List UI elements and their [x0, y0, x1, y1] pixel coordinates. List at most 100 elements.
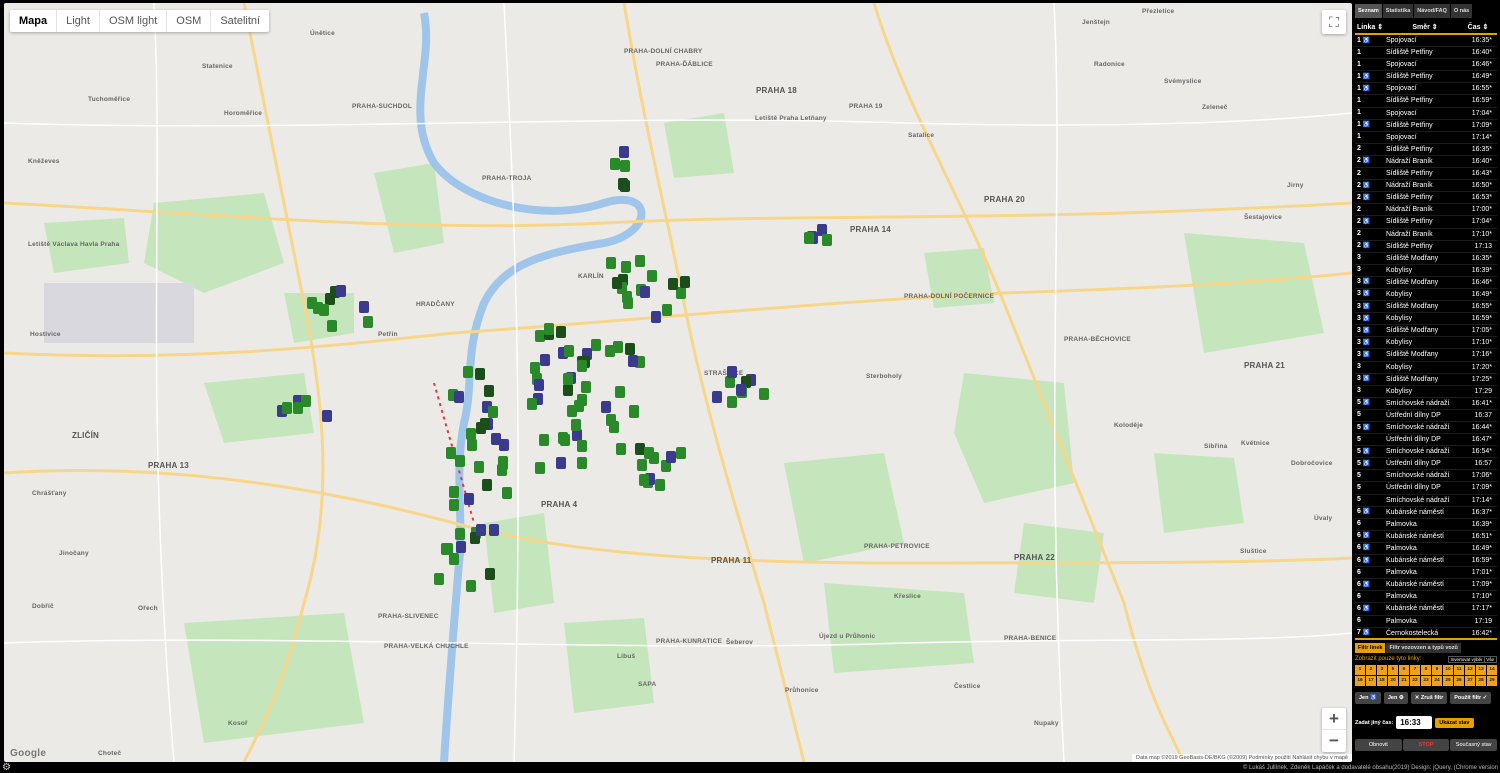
table-row[interactable]: 2 ♿ Sídliště Petřiny 17:13: [1355, 241, 1497, 253]
invert-selection-button[interactable]: Invertovat výběr | Vše: [1447, 656, 1497, 663]
table-row[interactable]: 2 Sídliště Petřiny 16:35*: [1355, 144, 1497, 156]
tab-seznam[interactable]: Seznam: [1355, 4, 1382, 18]
departure-list[interactable]: 1 ♿ Spojovací 16:35* 1 Sídliště Petřiny 16:40*…: [1355, 35, 1497, 636]
table-row[interactable]: 6 ♿ Palmovka 16:49*: [1355, 543, 1497, 556]
vehicle-marker[interactable]: [466, 428, 476, 440]
line-filter-button[interactable]: 8: [1421, 665, 1431, 675]
filter-tab[interactable]: Filtr linek: [1355, 643, 1386, 653]
vehicle-marker[interactable]: [455, 528, 465, 540]
line-filter-button[interactable]: 7: [1410, 665, 1420, 675]
vehicle-marker[interactable]: [434, 573, 444, 585]
vehicle-marker[interactable]: [620, 160, 630, 172]
table-row[interactable]: 6 Palmovka 17:19: [1355, 616, 1497, 628]
line-filter-button[interactable]: 24: [1432, 676, 1442, 686]
line-filter-button[interactable]: 20: [1388, 676, 1398, 686]
zoom-in-button[interactable]: +: [1322, 708, 1346, 730]
vehicle-marker[interactable]: [484, 385, 494, 397]
vehicle-marker[interactable]: [564, 345, 574, 357]
vehicle-marker[interactable]: [622, 291, 632, 303]
vehicle-marker[interactable]: [662, 304, 672, 316]
table-row[interactable]: 3 Sídliště Modřany 16:35*: [1355, 253, 1497, 265]
map-type-1[interactable]: Light: [57, 10, 100, 32]
show-state-button[interactable]: Ukázat stav: [1435, 717, 1474, 728]
line-filter-button[interactable]: 2: [1366, 665, 1376, 675]
vehicle-marker[interactable]: [560, 434, 570, 446]
vehicle-marker[interactable]: [647, 270, 657, 282]
vehicle-marker[interactable]: [556, 457, 566, 469]
table-row[interactable]: 6 ♿ Kubánské náměstí 16:51*: [1355, 531, 1497, 543]
tab-statistika[interactable]: Statistika: [1382, 4, 1414, 18]
line-filter-button[interactable]: 11: [1454, 665, 1464, 675]
vehicle-marker[interactable]: [666, 451, 676, 463]
line-filter-button[interactable]: 13: [1476, 665, 1486, 675]
vehicle-marker[interactable]: [322, 410, 332, 422]
table-row[interactable]: 5 Smíchovské nádraží 17:06*: [1355, 470, 1497, 483]
table-row[interactable]: 3 ♿ Sídliště Modřany 17:25*: [1355, 374, 1497, 386]
vehicle-marker[interactable]: [535, 462, 545, 474]
vehicle-marker[interactable]: [655, 479, 665, 491]
table-row[interactable]: 2 ♿ Sídliště Petřiny 17:04*: [1355, 216, 1497, 229]
fullscreen-button[interactable]: ⛶: [1322, 10, 1346, 34]
vehicle-marker[interactable]: [539, 434, 549, 446]
line-filter-button[interactable]: 3: [1377, 665, 1387, 675]
table-row[interactable]: 6 ♿ Kubánské náměstí 16:59*: [1355, 555, 1497, 568]
vehicle-marker[interactable]: [464, 493, 474, 505]
table-row[interactable]: 5 ♿ Smíchovské nádraží 16:41*: [1355, 398, 1497, 410]
table-row[interactable]: 3 ♿ Sídliště Modřany 17:05*: [1355, 325, 1497, 338]
table-row[interactable]: 6 ♿ Kubánské náměstí 17:17*: [1355, 603, 1497, 616]
vehicle-marker[interactable]: [804, 232, 814, 244]
vehicle-marker[interactable]: [676, 447, 686, 459]
table-row[interactable]: 5 ♿ Smíchovské nádraží 16:54*: [1355, 446, 1497, 459]
table-row[interactable]: 1 ♿ Sídliště Petřiny 17:09*: [1355, 120, 1497, 132]
line-filter-button[interactable]: 25: [1443, 676, 1453, 686]
map-type-3[interactable]: OSM: [167, 10, 212, 32]
line-filter-button[interactable]: 28: [1476, 676, 1486, 686]
vehicle-marker[interactable]: [625, 343, 635, 355]
zoom-out-button[interactable]: −: [1322, 730, 1346, 752]
vehicle-marker[interactable]: [609, 421, 619, 433]
table-row[interactable]: 2 Sídliště Petřiny 16:43*: [1355, 168, 1497, 181]
vehicle-marker[interactable]: [822, 234, 832, 246]
vehicle-marker[interactable]: [556, 326, 566, 338]
vehicle-marker[interactable]: [463, 366, 473, 378]
map-view[interactable]: PRAHA 18 PRAHA 20 PRAHA 14 PRAHA 21 PRAHA 22…: [4, 3, 1352, 762]
table-row[interactable]: 3 ♿ Kobylisy 17:10*: [1355, 337, 1497, 350]
vehicle-marker[interactable]: [668, 278, 678, 290]
vehicle-marker[interactable]: [618, 178, 628, 190]
table-row[interactable]: 1 Spojovací 16:46*: [1355, 59, 1497, 72]
vehicle-marker[interactable]: [639, 474, 649, 486]
line-filter-button[interactable]: 12: [1465, 665, 1475, 675]
table-row[interactable]: 2 ♿ Nádraží Braník 16:40*: [1355, 156, 1497, 169]
vehicle-marker[interactable]: [712, 391, 722, 403]
vehicle-marker[interactable]: [491, 433, 501, 445]
vehicle-marker[interactable]: [327, 320, 337, 332]
vehicle-marker[interactable]: [454, 391, 464, 403]
line-filter-button[interactable]: 1: [1355, 665, 1365, 675]
vehicle-marker[interactable]: [727, 366, 737, 378]
line-filter-button[interactable]: 5: [1388, 665, 1398, 675]
table-row[interactable]: 3 Kobylisy 17:20*: [1355, 362, 1497, 374]
vehicle-marker[interactable]: [497, 464, 507, 476]
apply-filter-button[interactable]: Použít filtr ✓: [1450, 692, 1492, 704]
table-row[interactable]: 1 Sídliště Petřiny 16:59*: [1355, 95, 1497, 108]
vehicle-marker[interactable]: [616, 443, 626, 455]
table-row[interactable]: 1 ♿ Spojovací 16:35*: [1355, 35, 1497, 48]
table-row[interactable]: 3 ♿ Sídliště Modřany 16:55*: [1355, 301, 1497, 314]
vehicle-marker[interactable]: [601, 401, 611, 413]
vehicle-marker[interactable]: [488, 406, 498, 418]
table-row[interactable]: 6 Palmovka 17:01*: [1355, 567, 1497, 580]
table-row[interactable]: 5 Ústřední dílny DP 16:47*: [1355, 434, 1497, 447]
vehicle-marker[interactable]: [475, 368, 485, 380]
only-other-button[interactable]: Jen ⚙: [1383, 692, 1408, 704]
vehicle-marker[interactable]: [736, 384, 746, 396]
column-direction-header[interactable]: Směr ⇕: [1387, 21, 1463, 33]
table-row[interactable]: 1 ♿ Spojovací 16:55*: [1355, 83, 1497, 96]
vehicle-marker[interactable]: [489, 524, 499, 536]
column-time-header[interactable]: Čas ⇕: [1463, 21, 1493, 33]
table-row[interactable]: 3 ♿ Sídliště Modřany 17:16*: [1355, 349, 1497, 362]
vehicle-marker[interactable]: [449, 486, 459, 498]
tab-o-n-s[interactable]: O nás: [1450, 4, 1473, 18]
time-input[interactable]: 16:33: [1396, 716, 1433, 729]
table-row[interactable]: 2 ♿ Nádraží Braník 16:50*: [1355, 180, 1497, 193]
map-type-2[interactable]: OSM light: [100, 10, 168, 32]
